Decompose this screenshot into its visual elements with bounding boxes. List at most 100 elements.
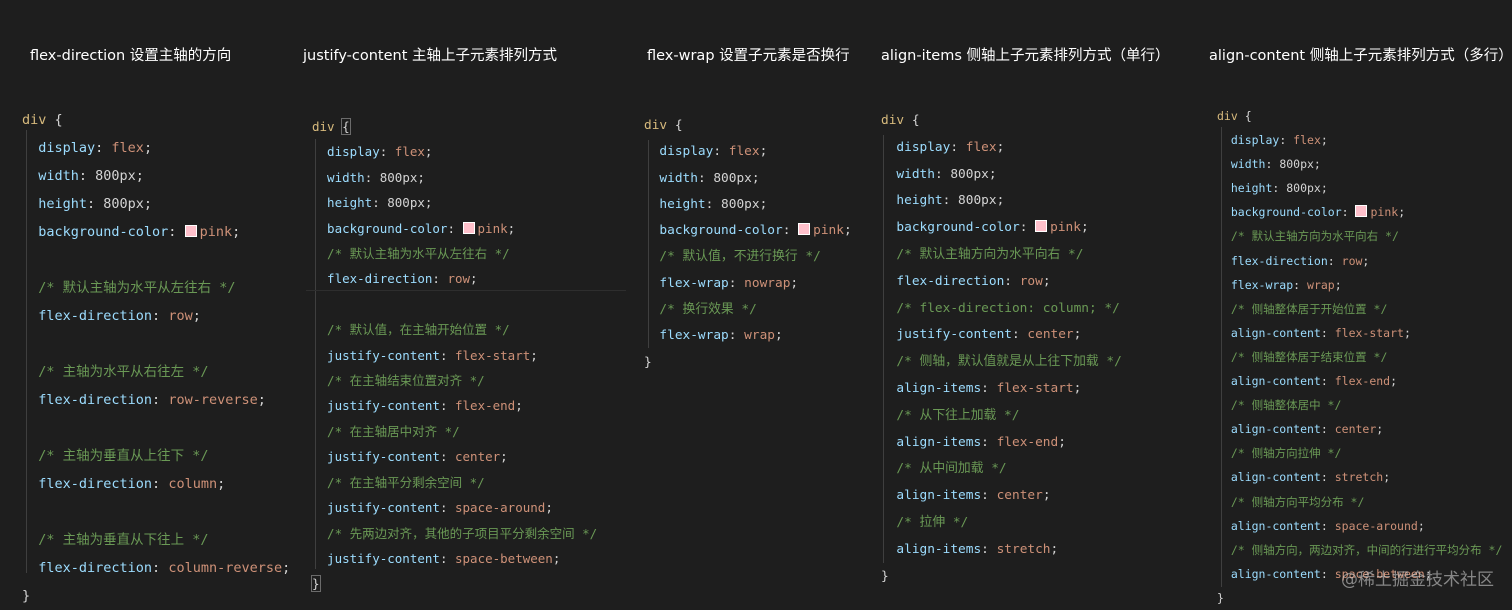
punctuation: ; [232, 224, 241, 240]
punctuation: : [782, 223, 799, 239]
punctuation: : [728, 328, 745, 344]
code-block: div {display: flex; width: 800px; height: … [644, 113, 852, 376]
panel-align-items: align-items 侧轴上子元素排列方式（单行） div {display:… [876, 0, 1196, 609]
punctuation: ; [217, 476, 226, 492]
punctuation: : 800px; [934, 166, 997, 182]
css-value: flex [1293, 133, 1321, 148]
code-line: /* 侧轴方向，两边对齐，中间的行进行平均分布 */ [1217, 538, 1503, 562]
punctuation: : [1327, 253, 1342, 268]
punctuation: ; [500, 449, 508, 465]
panel-title: align-items 侧轴上子元素排列方式（单行） [881, 48, 1170, 64]
punctuation: : 800px; [87, 196, 153, 212]
punctuation: : [432, 271, 448, 287]
panel-title: justify-content 主轴上子元素排列方式 [303, 48, 558, 64]
code-line: align-items: flex-start; [881, 376, 1122, 403]
code-line: /* 默认值，不进行换行 */ [644, 244, 852, 270]
punctuation: ; [470, 271, 478, 287]
code-line: } [881, 564, 1122, 591]
punctuation: ; [1390, 374, 1398, 389]
code-comment: /* 侧轴方向平均分布 */ [1230, 494, 1365, 509]
code-line: div { [644, 113, 852, 139]
punctuation: : [1320, 518, 1335, 533]
punctuation: : 800px; [78, 168, 144, 184]
css-property: flex-direction [327, 271, 433, 287]
code-line: flex-direction: row; [1217, 249, 1502, 273]
panel-title: align-content 侧轴上子元素排列方式（多行） [1209, 48, 1512, 64]
punctuation: : [1011, 327, 1028, 343]
css-property: flex-direction [38, 560, 153, 576]
panel-title: flex-wrap 设置子元素是否换行 [647, 48, 850, 64]
punctuation: : [1004, 273, 1020, 289]
code-line: /* 拉伸 */ [881, 510, 1122, 537]
code-line: /* 侧轴整体居于结束位置 */ [1217, 345, 1502, 369]
code-line: align-content: stretch; [1217, 465, 1502, 489]
brace: { [46, 112, 63, 128]
css-selector: div [644, 118, 668, 133]
code-line: } [22, 582, 290, 610]
punctuation: ; [545, 500, 553, 516]
punctuation: ; [1042, 273, 1051, 289]
css-value: row [1341, 253, 1363, 268]
panel-flex-direction: flex-direction 设置主轴的方向 div {display: fle… [0, 0, 295, 609]
punctuation: ; [1080, 220, 1089, 236]
css-property: flex-direction [38, 476, 153, 492]
code-comment: /* 在主轴平分剩余空间 */ [327, 474, 485, 490]
watermark-text: @稀土掘金技术社区 [1341, 570, 1494, 590]
code-line: justify-content: flex-end; [312, 393, 597, 418]
css-value: pink [1370, 205, 1399, 220]
code-line: flex-wrap: wrap; [644, 323, 852, 349]
code-line: /* 从下往上加载 */ [881, 403, 1122, 430]
punctuation: : [1320, 422, 1335, 437]
punctuation: : 800px; [942, 193, 1005, 209]
punctuation: ; [1050, 541, 1059, 557]
css-selector: div [312, 119, 335, 134]
css-property: background-color [659, 223, 783, 239]
code-line: flex-direction: row; [881, 269, 1122, 296]
code-line: display: flex; [312, 139, 597, 164]
code-line: /* 侧轴整体居于开始位置 */ [1217, 297, 1502, 321]
css-property: background-color [896, 220, 1020, 236]
code-comment: /* 默认值，在主轴开始位置 */ [327, 322, 510, 338]
code-line: display: flex; [22, 134, 290, 162]
css-value: flex-start [1334, 325, 1404, 340]
code-line: align-content: flex-end; [1217, 369, 1502, 393]
css-value: flex-end [455, 398, 516, 414]
css-property: justify-content [327, 550, 440, 566]
punctuation: : [713, 144, 729, 160]
css-value: column-reverse [168, 560, 283, 576]
punctuation: : 800px; [372, 195, 433, 211]
code-line: justify-content: space-around; [312, 495, 597, 520]
punctuation: : [981, 434, 997, 450]
css-property: align-content [1230, 422, 1321, 437]
punctuation: ; [1403, 325, 1411, 340]
css-property: flex-direction [38, 392, 153, 408]
css-property: align-content [1230, 374, 1321, 389]
code-line: align-content: flex-start; [1217, 321, 1502, 345]
code-line: background-color: pink; [1217, 200, 1502, 224]
punctuation: : [439, 500, 455, 516]
css-property: flex-direction [38, 308, 153, 324]
code-line: width: 800px; [881, 162, 1122, 189]
code-line: flex-direction: row-reverse; [22, 386, 290, 414]
code-line: /* 侧轴方向拉伸 */ [1217, 441, 1502, 465]
code-line: /* 主轴为垂直从下往上 */ [22, 526, 290, 554]
code-line: /* 在主轴居中对齐 */ [312, 419, 597, 444]
css-value: flex-start [996, 380, 1074, 396]
brace: { [1237, 109, 1252, 123]
css-property: display [659, 144, 714, 160]
css-property: align-content [1230, 470, 1321, 485]
code-line: display: flex; [644, 139, 852, 165]
css-value: center [1334, 422, 1377, 437]
code-line: } [644, 350, 852, 376]
code-comment: /* 主轴为水平从右往左 */ [38, 364, 209, 380]
code-line: justify-content: center; [312, 444, 597, 469]
punctuation: : [168, 224, 185, 240]
code-line: background-color: pink; [644, 218, 852, 244]
code-comment: /* 换行效果 */ [659, 302, 757, 318]
css-property: justify-content [327, 449, 440, 465]
code-comment: /* 默认主轴为水平从左往右 */ [38, 280, 236, 296]
code-comment: /* 默认主轴方向为水平向右 */ [896, 246, 1084, 262]
css-property: display [896, 139, 951, 155]
brace: } [881, 568, 889, 584]
